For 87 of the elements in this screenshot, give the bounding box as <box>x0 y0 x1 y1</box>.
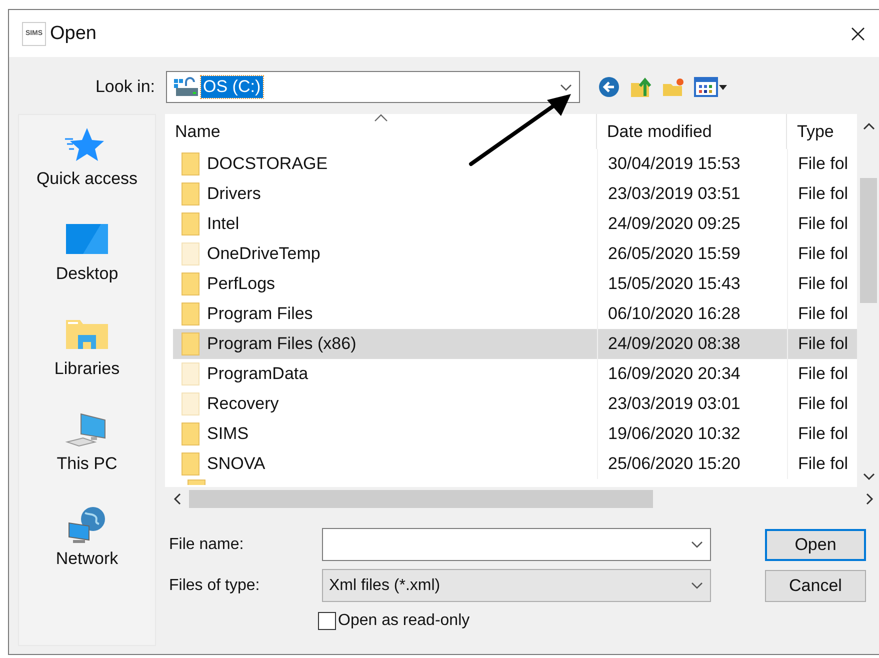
file-type: File fol <box>798 154 848 174</box>
file-name: PerfLogs <box>207 274 276 294</box>
scroll-left-icon <box>173 493 181 505</box>
file-name: Recovery <box>207 394 279 414</box>
date-modified: 24/09/2020 08:38 <box>608 334 740 354</box>
file-row[interactable]: Program Files (x86) 24/09/2020 08:38 File fol <box>173 329 857 359</box>
file-name: Program Files (x86) <box>207 334 356 354</box>
file-type: File fol <box>798 214 848 234</box>
places-item[interactable]: This PC <box>56 410 118 505</box>
file-name: Drivers <box>207 184 261 204</box>
file-row[interactable]: OneDriveTemp 26/05/2020 15:59 File fol <box>173 239 857 269</box>
field-label: File name: <box>168 536 245 554</box>
file-type: File fol <box>798 454 848 474</box>
column-header[interactable]: Date modified <box>597 114 787 149</box>
file-name: ProgramData <box>207 364 308 384</box>
drive-icon <box>173 76 199 98</box>
date-modified: 06/10/2020 16:28 <box>608 304 740 324</box>
date-modified: 30/04/2019 15:53 <box>608 154 740 174</box>
file-name: Program Files <box>207 304 313 324</box>
file-row[interactable]: Intel 24/09/2020 09:25 File fol <box>173 209 857 239</box>
folder-icon <box>181 302 201 326</box>
date-modified: 19/06/2020 10:32 <box>608 424 740 444</box>
file-name: Intel <box>207 214 240 234</box>
file-type-dropdown[interactable]: Xml files (*.xml) <box>322 569 711 602</box>
file-type: File fol <box>798 394 848 414</box>
chevron-down-icon <box>690 581 704 590</box>
places-item[interactable]: Network <box>56 505 118 600</box>
look-in-dropdown[interactable]: OS (C:) <box>166 71 580 103</box>
file-name-field[interactable] <box>322 528 711 561</box>
places-item[interactable]: Libraries <box>54 315 120 410</box>
open-button[interactable]: Open <box>765 528 866 560</box>
file-row[interactable]: ProgramData 16/09/2020 20:34 File fol <box>173 359 857 389</box>
file-row[interactable]: SIMS 19/06/2020 10:32 File fol <box>173 419 857 449</box>
folder-icon <box>181 452 201 476</box>
date-modified: 23/03/2019 03:01 <box>608 394 740 414</box>
new-folder-icon <box>662 76 684 98</box>
file-row[interactable]: SNOVA 25/06/2020 15:20 File fol <box>173 449 857 479</box>
folder-icon <box>181 272 201 296</box>
file-name: SNOVA <box>207 454 266 474</box>
date-modified: 23/03/2019 03:51 <box>608 184 740 204</box>
file-row[interactable]: Drivers 23/03/2019 03:51 File fol <box>173 179 857 209</box>
file-type: File fol <box>798 424 848 444</box>
date-modified: 24/09/2020 09:25 <box>608 214 740 234</box>
view-menu-button[interactable] <box>692 75 730 99</box>
folder-icon <box>181 422 201 446</box>
scroll-up-icon <box>862 122 874 130</box>
folder-up-icon <box>630 76 652 98</box>
scroll-down-icon <box>862 473 874 481</box>
window-title: Open <box>50 22 96 44</box>
file-row[interactable]: Recovery 23/03/2019 03:01 File fol <box>173 389 857 419</box>
look-in-label: Look in: <box>94 77 155 97</box>
file-row[interactable]: DOCSTORAGE 30/04/2019 15:53 File fol <box>173 149 857 179</box>
column-header[interactable]: Type <box>787 114 857 149</box>
chevron-down-icon <box>559 82 573 92</box>
file-name: SIMS <box>207 424 249 444</box>
folder-icon <box>181 182 201 206</box>
date-modified: 16/09/2020 20:34 <box>608 364 740 384</box>
places-item[interactable]: Quick access <box>36 125 138 220</box>
scroll-right-icon <box>866 493 874 505</box>
file-name: DOCSTORAGE <box>207 154 328 174</box>
back-button[interactable] <box>596 74 622 100</box>
folder-icon <box>181 362 201 386</box>
file-type: File fol <box>798 244 848 264</box>
file-type: File fol <box>798 364 848 384</box>
sort-up-icon <box>374 114 388 122</box>
file-type: File fol <box>798 334 848 354</box>
date-modified: 25/06/2020 15:20 <box>608 454 740 474</box>
cancel-button[interactable]: Cancel <box>765 570 866 602</box>
field-label: Files of type: <box>168 576 261 594</box>
file-row[interactable]: PerfLogs 15/05/2020 15:43 File fol <box>173 269 857 299</box>
file-type: File fol <box>798 304 848 324</box>
file-type: File fol <box>798 184 848 204</box>
file-type: File fol <box>798 274 848 294</box>
folder-icon <box>181 392 201 416</box>
close-icon <box>851 26 865 40</box>
folder-icon <box>181 152 201 176</box>
view-grid-icon <box>694 77 728 97</box>
read-only-checkbox[interactable]: Open as read-only <box>318 612 470 630</box>
folder-icon <box>181 332 201 356</box>
places-item[interactable]: Desktop <box>56 220 118 315</box>
folder-icon <box>181 242 201 266</box>
folder-icon <box>181 212 201 236</box>
file-name: OneDriveTemp <box>207 244 320 264</box>
column-header[interactable]: Name <box>165 114 597 149</box>
chevron-down-icon <box>690 540 704 549</box>
date-modified: 26/05/2020 15:59 <box>608 244 740 264</box>
date-modified: 15/05/2020 15:43 <box>608 274 740 294</box>
